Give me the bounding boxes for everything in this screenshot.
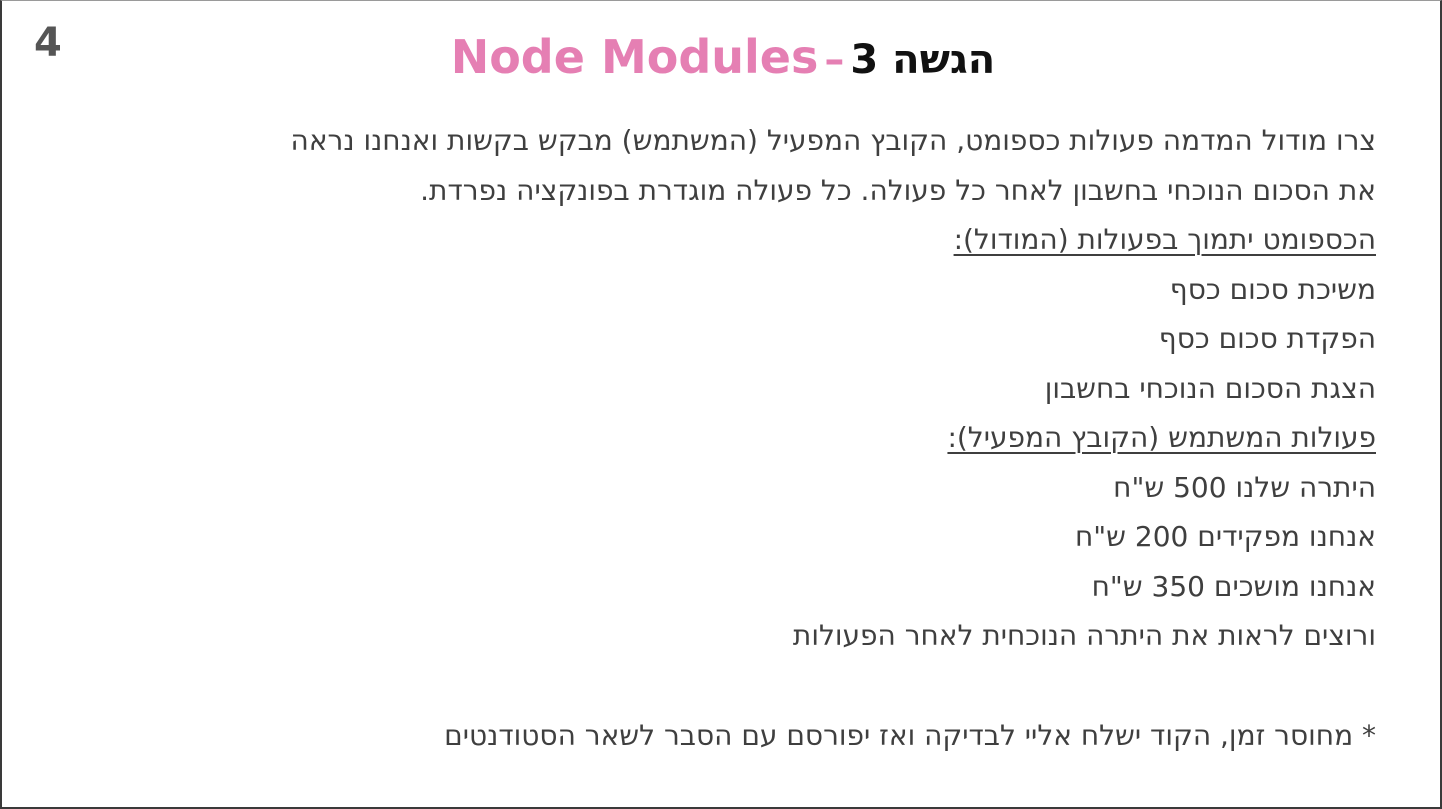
footnote: * מחוסר זמן, הקוד ישלח אליי לבדיקה ואז י… — [444, 718, 1376, 752]
intro-line-2: את הסכום הנוכחי בחשבון לאחר כל פעולה. כל… — [420, 173, 1376, 207]
module-action-deposit: הפקדת סכום כסף — [1158, 322, 1376, 355]
user-action-deposit: אנחנו מפקידים 200 ש"ח — [1075, 520, 1376, 553]
user-action-withdraw: אנחנו מושכים 350 ש"ח — [1091, 569, 1376, 603]
intro-line-1: צרו מודול המדמה פעולות כספומט, הקובץ המפ… — [290, 124, 1376, 157]
title-hebrew: הגשה 3 — [850, 37, 996, 83]
title-separator: – — [824, 37, 845, 83]
slide-body: צרו מודול המדמה פעולות כספומט, הקובץ המפ… — [86, 116, 1376, 760]
user-action-balance: היתרה שלנו 500 ש"ח — [1113, 470, 1376, 504]
slide: 4 Node Modules – הגשה 3 צרו מודול המדמה פע… — [0, 0, 1442, 809]
slide-title: Node Modules – הגשה 3 — [2, 27, 1440, 98]
user-action-view-result: ורוצים לראות את היתרה הנוכחית לאחר הפעול… — [792, 619, 1376, 652]
module-heading: הכספומט יתמוך בפעולות (המודול): — [86, 215, 1376, 265]
user-heading-text: פעולות המשתמש (הקובץ המפעיל): — [947, 421, 1376, 454]
user-heading: פעולות המשתמש (הקובץ המפעיל): — [86, 413, 1376, 463]
module-action-show-balance: הצגת הסכום הנוכחי בחשבון — [1044, 371, 1376, 405]
title-english: Node Modules — [450, 30, 819, 84]
module-heading-text: הכספומט יתמוך בפעולות (המודול): — [953, 223, 1376, 256]
module-action-withdraw: משיכת סכום כסף — [1169, 272, 1376, 306]
